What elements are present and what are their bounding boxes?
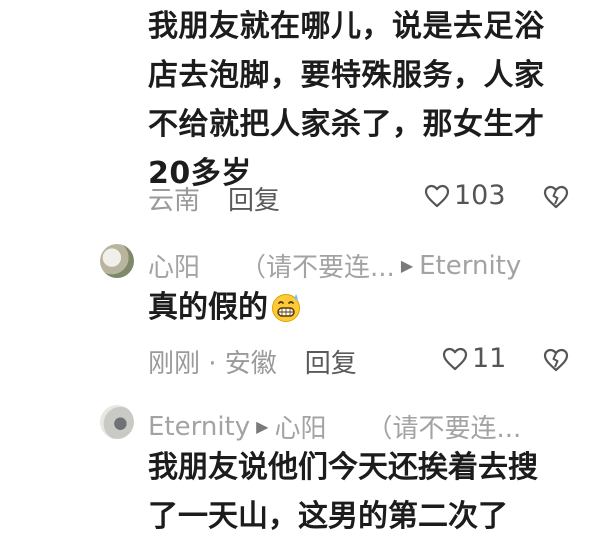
main-comment-meta: 云南 回复	[148, 180, 280, 217]
like-button[interactable]: 103	[424, 180, 506, 211]
main-comment-line: 我朋友就在哪儿，说是去足浴	[148, 9, 545, 44]
reply-text: 真的假的	[148, 283, 302, 332]
time-location-label: 刚刚 · 安徽	[148, 349, 277, 379]
reply-header: Eternity ▶ 心阳 （请不要连...	[148, 408, 521, 445]
main-comment-line: 店去泡脚，要特殊服务，人家	[148, 58, 545, 93]
grimacing-sweat-emoji-icon	[270, 289, 302, 322]
comment-thread: 我朋友就在哪儿，说是去足浴 店去泡脚，要特殊服务，人家 不给就把人家杀了，那女生…	[0, 0, 600, 537]
location-label: 云南	[148, 186, 201, 216]
triangle-right-icon: ▶	[400, 256, 414, 275]
reply-author-quote: （请不要连...	[240, 253, 395, 283]
heart-outline-icon	[442, 347, 468, 371]
reply-header: 心阳 （请不要连... ▶ Eternity	[148, 247, 521, 284]
heart-outline-icon	[424, 184, 450, 208]
reply-text-line: 了一天山，这男的第二次了	[148, 499, 508, 534]
broken-heart-icon[interactable]	[543, 185, 569, 209]
triangle-right-icon: ▶	[256, 417, 269, 436]
reply-text-content: 真的假的	[148, 290, 268, 325]
like-count: 103	[454, 180, 506, 211]
reply-text-line: 我朋友说他们今天还挨着去搜	[148, 450, 538, 485]
like-count: 11	[472, 343, 507, 374]
reply-target-name[interactable]: 心阳	[274, 408, 326, 445]
reply-text: 我朋友说他们今天还挨着去搜 了一天山，这男的第二次了	[148, 443, 578, 537]
like-button[interactable]: 11	[442, 343, 506, 374]
reply-meta: 刚刚 · 安徽 回复	[148, 343, 357, 380]
reply-button[interactable]: 回复	[228, 180, 280, 217]
reply-button[interactable]: 回复	[305, 343, 357, 380]
reply-target-name[interactable]: Eternity	[419, 251, 521, 281]
avatar[interactable]	[100, 244, 134, 278]
reply-author-name[interactable]: Eternity	[148, 412, 250, 442]
broken-heart-icon[interactable]	[543, 348, 569, 372]
reply-author-name[interactable]: 心阳	[148, 247, 200, 284]
main-comment-text: 我朋友就在哪儿，说是去足浴 店去泡脚，要特殊服务，人家 不给就把人家杀了，那女生…	[148, 2, 568, 198]
reply-target-quote: （请不要连...	[366, 414, 522, 444]
main-comment-line: 不给就把人家杀了，那女生才	[148, 107, 545, 142]
avatar[interactable]	[100, 405, 134, 439]
